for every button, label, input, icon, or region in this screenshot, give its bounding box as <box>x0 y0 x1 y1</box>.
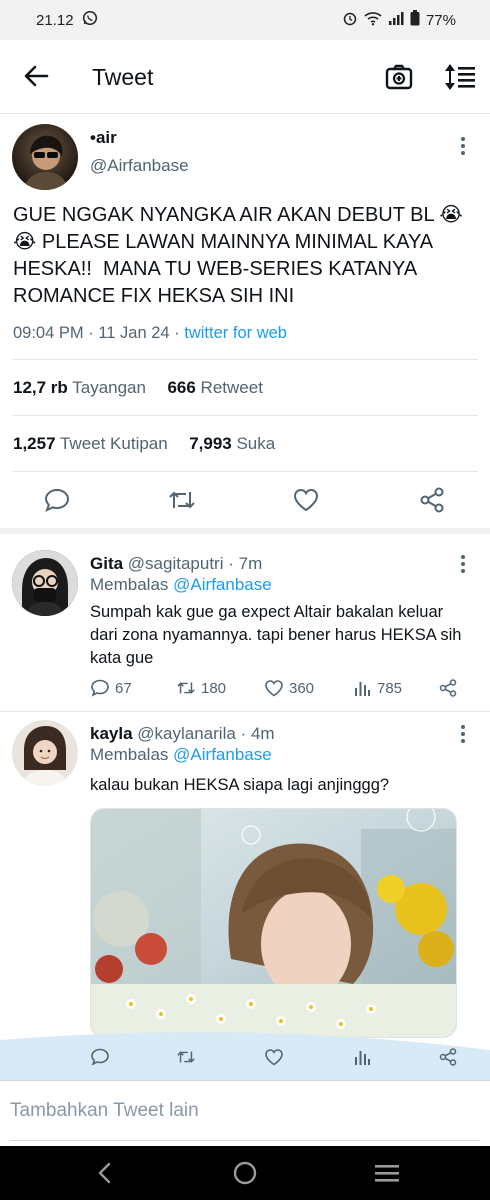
retweet-icon <box>177 1051 195 1063</box>
alarm-icon <box>342 10 358 30</box>
author-handle[interactable]: @Airfanbase <box>90 156 189 176</box>
reply-text: kalau bukan HEKSA siapa lagi anjinggg? <box>90 776 390 794</box>
views-count: 12,7 rb <box>13 378 68 397</box>
reply-age: 7m <box>238 554 263 573</box>
tweet-actions <box>0 482 490 522</box>
retweet-icon <box>177 682 195 694</box>
likes-count: 7,993 <box>189 434 232 453</box>
stats-row-views: 12,7 rb Tayangan 666 Retweet <box>13 378 263 398</box>
wifi-icon <box>364 10 382 30</box>
app-header: Tweet <box>0 40 490 114</box>
quotes-label[interactable]: Tweet Kutipan <box>60 434 168 453</box>
compose-bar: Tambahkan Tweet lain <box>0 1080 490 1146</box>
heart-icon[interactable] <box>292 486 322 516</box>
like-button[interactable] <box>264 1047 284 1067</box>
system-nav-bar <box>0 1146 490 1200</box>
tweet-text: GUE NGGAK NYANGKA AIR AKAN DEBUT BL 😭😭 P… <box>13 204 463 307</box>
nav-home-icon[interactable] <box>230 1158 260 1188</box>
nav-back-icon[interactable] <box>90 1158 120 1188</box>
avatar[interactable] <box>12 550 78 616</box>
tweet-source[interactable]: twitter for web <box>184 324 287 342</box>
reply-icon <box>91 679 109 697</box>
replying-mention[interactable]: @Airfanbase <box>173 575 272 594</box>
tweet-date: 11 Jan 24 <box>98 324 170 342</box>
avatar[interactable] <box>12 124 78 190</box>
reply-tweet[interactable]: Gita @sagitaputri · 7m Membalas @Airfanb… <box>0 540 490 712</box>
main-tweet: •air @Airfanbase GUE NGGAK NYANGKA AIR A… <box>0 114 490 534</box>
reply-button[interactable]: 67 <box>90 678 132 698</box>
retweets-count: 666 <box>167 378 196 397</box>
battery-level: 77% <box>425 11 456 29</box>
share-icon <box>439 679 457 697</box>
like-count: 360 <box>289 679 315 697</box>
reply-author-name[interactable]: kayla <box>90 724 133 743</box>
author-name[interactable]: •air <box>90 128 117 148</box>
more-options-icon[interactable] <box>453 134 473 158</box>
camera-plus-icon[interactable] <box>384 62 414 92</box>
share-button[interactable] <box>438 678 458 698</box>
share-button[interactable] <box>438 1047 458 1067</box>
more-options-icon[interactable] <box>453 552 473 576</box>
reply-button[interactable] <box>90 1047 110 1067</box>
reply-age: 4m <box>250 724 275 743</box>
compose-underline <box>10 1140 480 1141</box>
reply-header: Gita @sagitaputri · 7m <box>90 554 263 573</box>
retweet-button[interactable]: 180 <box>176 678 226 698</box>
reply-text: Sumpah kak gue ga expect Altair bakalan … <box>90 603 462 667</box>
heart-icon <box>265 1049 283 1066</box>
reply-actions <box>88 1047 468 1073</box>
avatar[interactable] <box>12 720 78 786</box>
views-button[interactable] <box>352 1047 372 1067</box>
retweet-icon[interactable] <box>167 486 197 516</box>
replying-to: Membalas @Airfanbase <box>90 575 272 595</box>
heart-icon <box>265 680 283 697</box>
reply-header: kayla @kaylanarila · 4m <box>90 724 275 743</box>
replying-to: Membalas @Airfanbase <box>90 745 272 765</box>
views-button[interactable]: 785 <box>352 678 402 698</box>
reply-actions: 67 180 360 785 <box>88 678 468 704</box>
signal-icon <box>388 10 404 30</box>
nav-recents-icon[interactable] <box>372 1158 402 1188</box>
share-icon <box>439 1048 457 1066</box>
reply-count: 67 <box>115 679 132 697</box>
quotes-count: 1,257 <box>13 434 56 453</box>
status-bar: 21.12 77% <box>0 0 490 40</box>
tweet-meta: 09:04 PM · 11 Jan 24 · twitter for web <box>13 324 287 342</box>
likes-label[interactable]: Suka <box>236 434 275 453</box>
compose-input[interactable]: Tambahkan Tweet lain <box>10 1100 199 1122</box>
bar-chart-icon <box>355 682 370 696</box>
retweet-button[interactable] <box>176 1047 196 1067</box>
reply-author-handle[interactable]: @sagitaputri <box>128 554 224 573</box>
whatsapp-icon <box>82 10 98 30</box>
reply-author-handle[interactable]: @kaylanarila <box>137 724 236 743</box>
retweet-count: 180 <box>201 679 227 697</box>
back-arrow-icon[interactable] <box>22 62 50 90</box>
reply-author-name[interactable]: Gita <box>90 554 123 573</box>
bar-chart-icon <box>355 1051 370 1065</box>
tweet-media-image[interactable] <box>90 808 457 1038</box>
reply-tweet[interactable]: kayla @kaylanarila · 4m Membalas @Airfan… <box>0 712 490 1080</box>
divider <box>12 415 478 416</box>
share-icon[interactable] <box>418 486 448 516</box>
battery-icon <box>410 10 420 30</box>
more-options-icon[interactable] <box>453 722 473 746</box>
tweet-time: 09:04 PM <box>13 324 84 342</box>
views-count: 785 <box>377 679 403 697</box>
status-time: 21.12 <box>36 11 74 29</box>
views-label[interactable]: Tayangan <box>72 378 146 397</box>
replying-mention[interactable]: @Airfanbase <box>173 745 272 764</box>
reply-icon[interactable] <box>43 486 73 516</box>
stats-row-likes: 1,257 Tweet Kutipan 7,993 Suka <box>13 434 275 454</box>
divider <box>12 471 478 472</box>
sort-icon[interactable] <box>443 62 477 92</box>
divider <box>12 359 478 360</box>
page-title: Tweet <box>92 64 154 90</box>
like-button[interactable]: 360 <box>264 678 314 698</box>
replying-label: Membalas <box>90 745 169 764</box>
retweets-label[interactable]: Retweet <box>201 378 263 397</box>
reply-icon <box>91 1048 109 1066</box>
replying-label: Membalas <box>90 575 169 594</box>
